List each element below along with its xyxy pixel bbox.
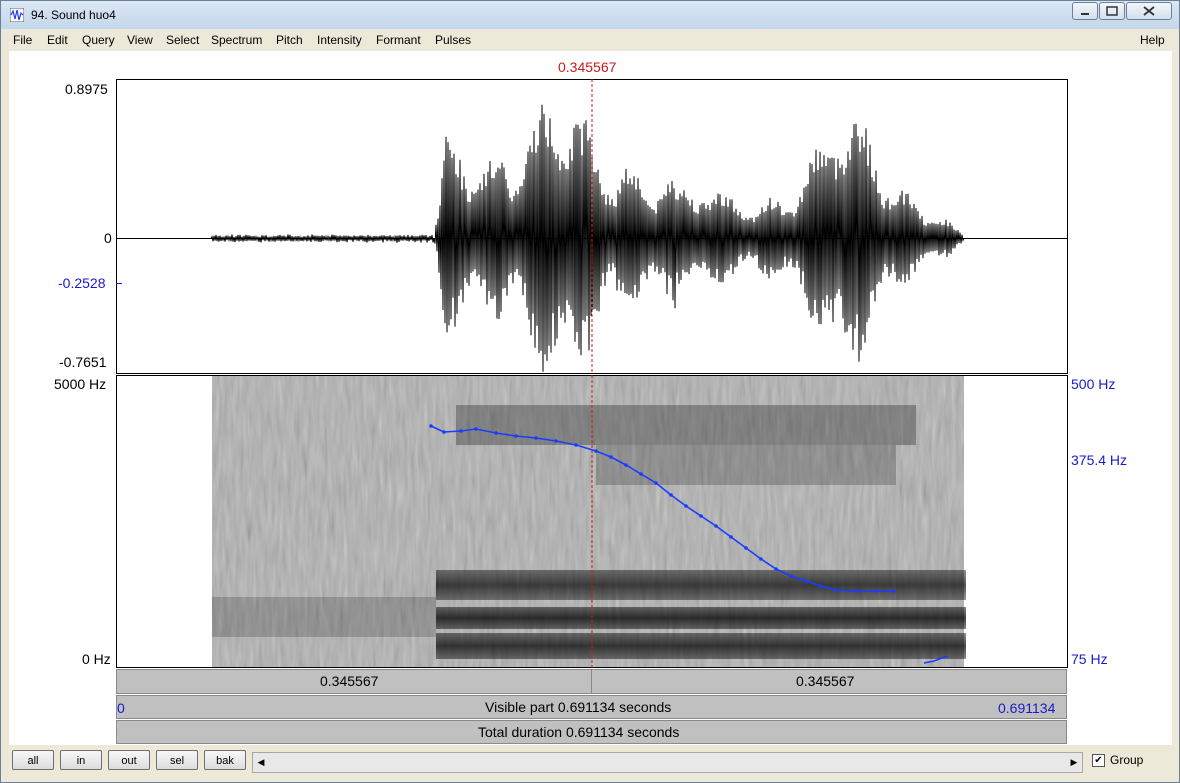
close-icon (1143, 6, 1155, 16)
pitch-point (729, 535, 733, 539)
menu-formant[interactable]: Formant (376, 33, 421, 47)
waveform-panel[interactable] (116, 79, 1068, 374)
menu-pitch[interactable]: Pitch (276, 33, 303, 47)
spectrogram-formant-band (436, 570, 966, 600)
wave-yzero-label: 0 (104, 230, 112, 246)
app-icon (10, 8, 24, 22)
spectrogram-formant-band (596, 445, 896, 485)
spectrogram-formant-band (436, 607, 966, 629)
pitch-point (804, 579, 808, 583)
close-button[interactable] (1126, 2, 1172, 20)
maximize-button[interactable] (1099, 2, 1125, 20)
pitch-bottom-label: 75 Hz (1071, 651, 1108, 667)
pitch-point (594, 449, 598, 453)
scroll-left-icon[interactable]: ◀ (253, 753, 269, 772)
pitch-point (609, 455, 613, 459)
total-duration-bar[interactable]: Total duration 0.691134 seconds (116, 720, 1067, 744)
window-title: 94. Sound huo4 (31, 8, 116, 22)
visible-part-bar[interactable]: Visible part 0.691134 seconds (116, 695, 1067, 719)
pitch-point (534, 436, 538, 440)
spectrogram-formant-band (436, 633, 966, 659)
spec-fmax-label: 5000 Hz (54, 376, 107, 392)
horizontal-scrollbar[interactable]: ◀ ▶ (252, 752, 1083, 773)
time-right-half-label: 0.345567 (796, 673, 855, 689)
pitch-point (654, 481, 658, 485)
pitch-point (639, 472, 643, 476)
pitch-point (429, 424, 433, 428)
menu-pulses[interactable]: Pulses (435, 33, 471, 47)
pitch-mid-label: 375.4 Hz (1071, 452, 1128, 468)
bottom-controls: all in out sel bak ◀ ▶ ✔ Group (9, 747, 1173, 777)
spec-fmin-label: 0 Hz (82, 651, 111, 667)
pitch-top-label: 500 Hz (1071, 376, 1116, 392)
pitch-point (834, 588, 838, 592)
pitch-point (744, 546, 748, 550)
pitch-point (684, 504, 688, 508)
pitch-point (574, 443, 578, 447)
cursor-time-label: 0.345567 (558, 59, 617, 75)
visible-end-label: 0.691134 (998, 700, 1056, 716)
zoom-selection-button[interactable]: sel (156, 750, 198, 770)
cursor-time-bar[interactable]: 0.345567 0.345567 (116, 669, 1067, 694)
scroll-right-icon[interactable]: ▶ (1066, 753, 1082, 772)
pitch-point (789, 574, 793, 578)
praat-sound-editor-window: 94. Sound huo4 File Edit Query View Sele… (0, 0, 1180, 783)
wave-ymin-label: -0.7651 (59, 354, 107, 370)
pitch-point (714, 524, 718, 528)
pitch-point (892, 589, 896, 593)
minimize-icon (1081, 13, 1089, 15)
menu-spectrum[interactable]: Spectrum (211, 33, 262, 47)
wave-ymax-label: 0.8975 (65, 81, 108, 97)
menu-select[interactable]: Select (166, 33, 199, 47)
pitch-point (459, 429, 463, 433)
total-duration-label: Total duration 0.691134 seconds (478, 724, 680, 740)
menu-view[interactable]: View (127, 33, 153, 47)
menu-help[interactable]: Help (1140, 33, 1165, 47)
time-left-half-label: 0.345567 (320, 673, 379, 689)
pitch-point (624, 463, 628, 467)
pitch-point (774, 567, 778, 571)
title-bar: 94. Sound huo4 (1, 1, 1179, 29)
wave-ysel-label: -0.2528 (58, 275, 106, 291)
pitch-point (514, 434, 518, 438)
spectrogram-panel[interactable] (116, 375, 1068, 668)
pitch-point (874, 589, 878, 593)
menu-query[interactable]: Query (82, 33, 115, 47)
pitch-point (442, 430, 446, 434)
zoom-back-button[interactable]: bak (204, 750, 246, 770)
zoom-all-button[interactable]: all (12, 750, 54, 770)
pitch-point (669, 493, 673, 497)
maximize-icon (1106, 6, 1118, 16)
pitch-point (554, 439, 558, 443)
visible-part-label: Visible part 0.691134 seconds (485, 699, 672, 715)
group-label: Group (1110, 753, 1144, 767)
checkbox-check-icon: ✔ (1092, 754, 1105, 767)
menu-file[interactable]: File (13, 33, 32, 47)
plot-area[interactable]: 0.345567 0.8975 0 -0.2528 -0.7651 5000 H… (9, 51, 1172, 745)
visible-start-label: 0 (117, 700, 125, 716)
menu-bar: File Edit Query View Select Spectrum Pit… (9, 30, 1173, 50)
pitch-point (699, 514, 703, 518)
pitch-point (854, 589, 858, 593)
pitch-point (759, 557, 763, 561)
spectrogram-formant-band (456, 405, 916, 445)
menu-intensity[interactable]: Intensity (317, 33, 362, 47)
zoom-out-button[interactable]: out (108, 750, 150, 770)
pitch-point (819, 584, 823, 588)
minimize-button[interactable] (1072, 2, 1098, 20)
pitch-point (494, 431, 498, 435)
menu-edit[interactable]: Edit (47, 33, 68, 47)
pitch-point (474, 427, 478, 431)
zoom-in-button[interactable]: in (60, 750, 102, 770)
spectrogram-formant-band (212, 597, 436, 637)
